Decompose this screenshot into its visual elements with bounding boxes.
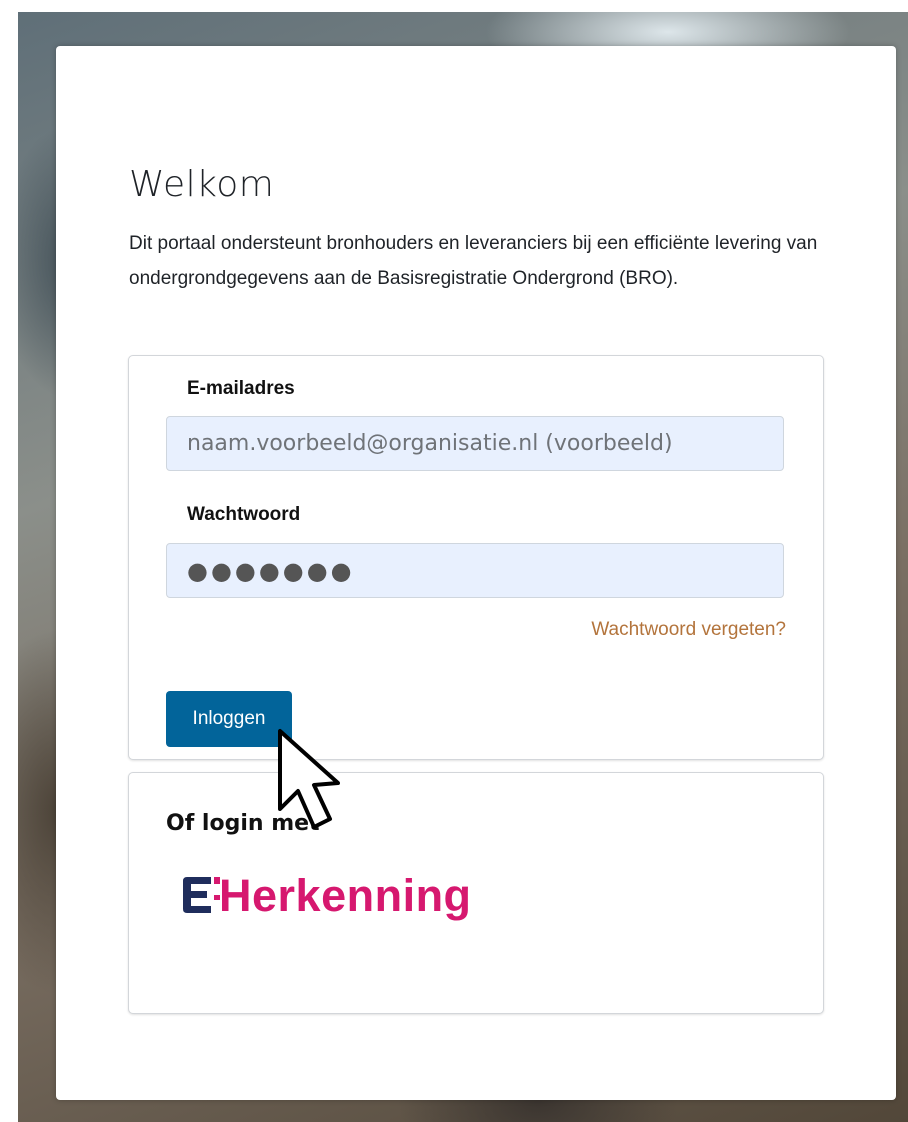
login-card: Welkom Dit portaal ondersteunt bronhoude… — [56, 46, 896, 1100]
password-label: Wachtwoord — [187, 504, 301, 525]
email-label: E-mailadres — [187, 378, 295, 399]
password-input[interactable]: ●●●●●●● — [166, 543, 784, 598]
login-button[interactable]: Inloggen — [166, 691, 292, 747]
intro-text: Dit portaal ondersteunt bronhouders en l… — [129, 233, 818, 289]
login-form-panel: E-mailadres Wachtwoord ●●●●●●● Wachtwoor… — [128, 355, 824, 760]
email-input[interactable] — [166, 416, 784, 471]
alternative-login-panel: Of login met Herkenning — [128, 772, 824, 1014]
password-mask: ●●●●●●● — [187, 556, 355, 585]
page-title: Welkom — [129, 164, 275, 205]
forgot-password-link[interactable]: Wachtwoord vergeten? — [591, 619, 786, 641]
eherkenning-logo: Herkenning — [219, 869, 472, 921]
eherkenning-login-link[interactable]: Herkenning — [181, 863, 501, 927]
alternative-login-title: Of login met — [166, 811, 320, 836]
eherkenning-e-icon — [183, 877, 220, 913]
